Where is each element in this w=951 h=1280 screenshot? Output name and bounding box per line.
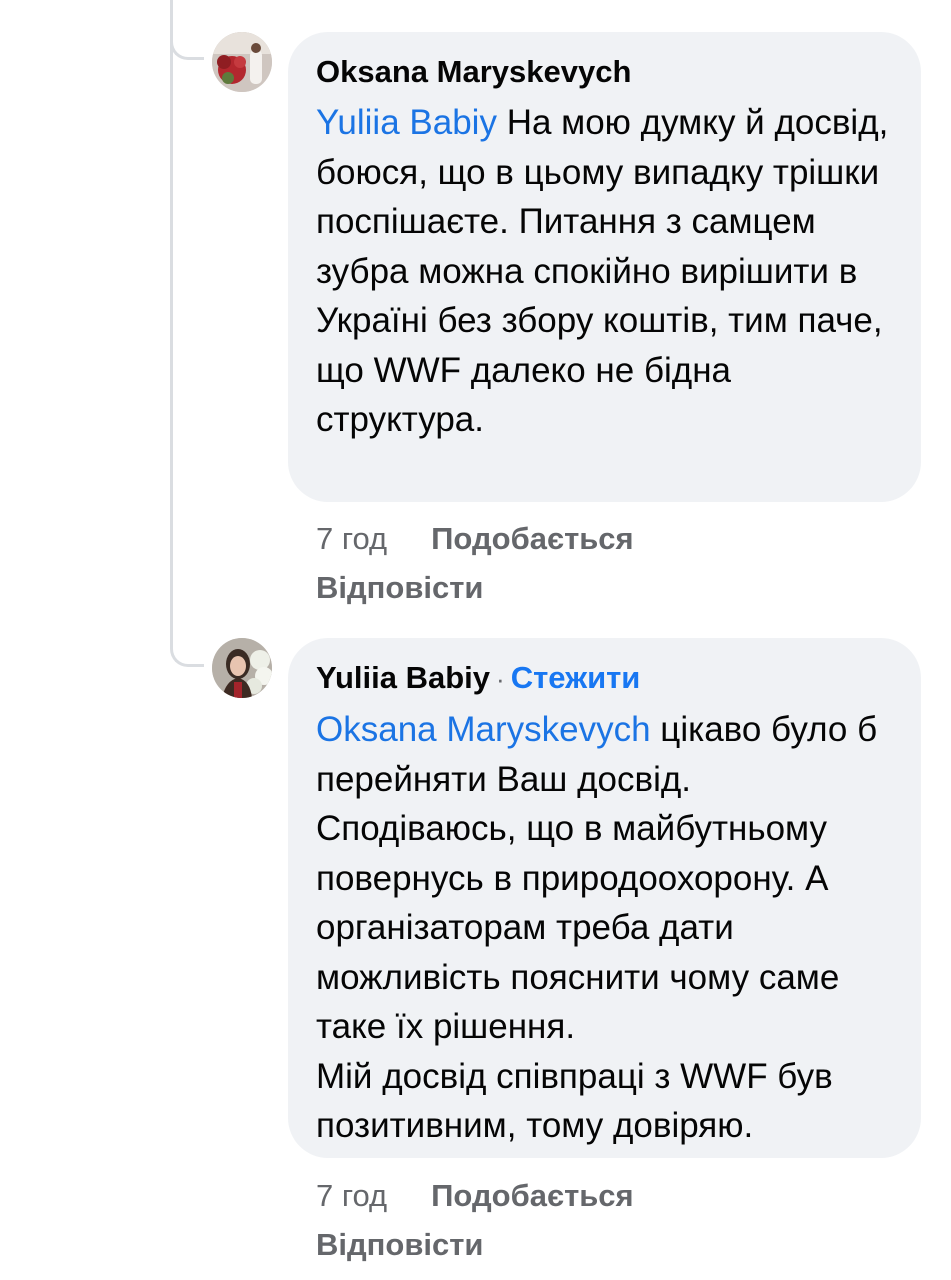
comment-bubble: Oksana Maryskevych Yuliia Babiy На мою д…: [288, 32, 921, 502]
comment-body: На мою думку й досвід, боюся, що в цьому…: [316, 103, 889, 439]
comment-timestamp[interactable]: 7 год: [316, 1178, 387, 1213]
profile-photo-icon: [212, 32, 272, 92]
profile-photo-icon: [212, 638, 272, 698]
follow-button[interactable]: Стежити: [511, 660, 641, 695]
comment-text: Yuliia Babiy На мою думку й досвід, боюс…: [316, 98, 893, 445]
comment-body: цікаво було б перейняти Ваш досвід. Спод…: [316, 710, 878, 1046]
like-button[interactable]: Подобається: [431, 521, 634, 556]
comment-actions: 7 год Подобається Відповісти: [316, 519, 634, 608]
mention-link[interactable]: Oksana Maryskevych: [316, 710, 651, 749]
comment-author[interactable]: Oksana Maryskevych: [316, 52, 893, 92]
separator-dot: ·: [496, 664, 505, 694]
comment-body-paragraph-2: Мій досвід співпраці з WWF був позитивни…: [316, 1056, 833, 1146]
comment-author[interactable]: Yuliia Babiy: [316, 660, 490, 695]
comment-bubble: Yuliia Babiy · Стежити Oksana Maryskevych …: [288, 638, 921, 1158]
reply-connector: [170, 645, 204, 667]
reply-thread-line: [170, 0, 173, 645]
avatar-oksana[interactable]: [212, 32, 272, 92]
avatar-yuliia[interactable]: [212, 638, 272, 698]
reply-connector: [170, 38, 204, 60]
comment-actions: 7 год Подобається Відповісти: [316, 1176, 634, 1265]
mention-link[interactable]: Yuliia Babiy: [316, 103, 497, 142]
comment-timestamp[interactable]: 7 год: [316, 521, 387, 556]
comment-author-line: Yuliia Babiy · Стежити: [316, 658, 893, 699]
comment-text: Oksana Maryskevych цікаво було б перейня…: [316, 705, 893, 1151]
reply-button[interactable]: Відповісти: [316, 1227, 484, 1262]
like-button[interactable]: Подобається: [431, 1178, 634, 1213]
reply-button[interactable]: Відповісти: [316, 570, 484, 605]
